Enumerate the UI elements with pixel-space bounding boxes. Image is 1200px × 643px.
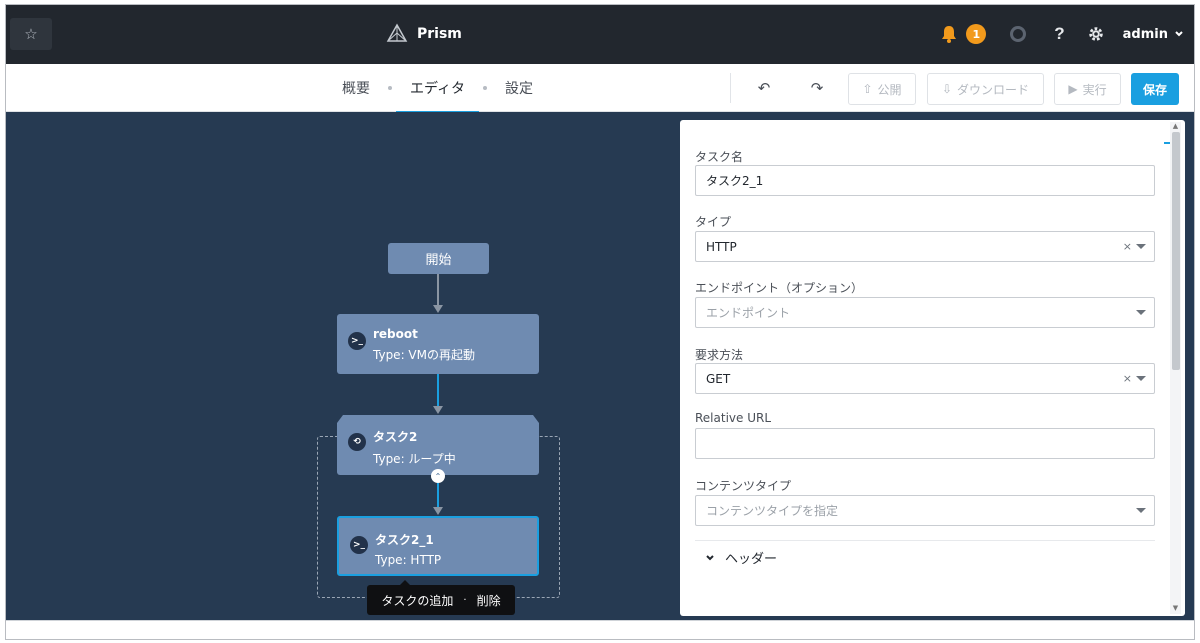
endpoint-select[interactable]: エンドポイント — [695, 297, 1155, 328]
chevron-down-icon — [706, 554, 714, 560]
publish-label: 公開 — [877, 82, 902, 97]
task-node-reboot[interactable]: >_ reboot Type: VMの再起動 — [337, 314, 539, 374]
bottom-strip — [6, 620, 1194, 639]
task-node-selected[interactable]: >_ タスク2_1 Type: HTTP — [337, 516, 539, 576]
favorite-star-button[interactable]: ☆ — [10, 18, 52, 50]
tab-settings[interactable]: 設定 — [491, 64, 547, 112]
user-menu[interactable]: admin — [1123, 27, 1168, 42]
scroll-up-arrow-icon[interactable]: ▲ — [1171, 122, 1180, 130]
task-node-name: reboot — [373, 327, 418, 341]
gear-icon[interactable] — [1087, 25, 1105, 43]
select-controls — [1136, 298, 1146, 327]
run-label: 実行 — [1082, 82, 1107, 97]
download-icon: ⇩ — [941, 82, 953, 96]
play-icon: ▶ — [1068, 82, 1078, 96]
star-icon: ☆ — [24, 25, 38, 43]
terminal-icon: >_ — [348, 332, 366, 350]
type-value: HTTP — [706, 239, 737, 254]
app-window: ☆ Prism 1 ? admin 概要 エディタ 設定 ↶ ↷ ⇧ 公開 ⇩ … — [5, 4, 1195, 640]
alert-count-badge[interactable]: 1 — [966, 24, 987, 44]
add-task-link[interactable]: タスクの追加 — [381, 592, 453, 609]
loop-icon: ⟲ — [348, 433, 366, 451]
select-controls: × — [1123, 364, 1146, 393]
top-navigation-bar: ☆ Prism 1 ? admin — [6, 5, 1194, 64]
clear-icon[interactable]: × — [1123, 372, 1132, 385]
collapse-loop-button[interactable]: ⌃ — [431, 469, 445, 483]
task-node-name: タスク2_1 — [375, 533, 434, 547]
type-select[interactable]: HTTP × — [695, 231, 1155, 262]
tab-editor[interactable]: エディタ — [396, 64, 480, 113]
headers-section-toggle[interactable]: ヘッダー — [705, 548, 777, 567]
prism-logo-icon — [386, 23, 408, 42]
terminal-icon: >_ — [350, 536, 368, 554]
dropdown-arrow-icon[interactable] — [1136, 508, 1146, 513]
header-tools: 1 ? admin — [939, 19, 1184, 49]
content-type-select[interactable]: コンテンツタイプを指定 — [695, 495, 1155, 526]
app-name: Prism — [417, 26, 462, 42]
view-tabs: 概要 エディタ 設定 — [328, 64, 547, 113]
delete-task-link[interactable]: 削除 — [477, 592, 501, 609]
content-type-placeholder: コンテンツタイプを指定 — [706, 504, 839, 518]
method-label: 要求方法 — [695, 348, 744, 362]
chevron-up-icon: ⌃ — [434, 471, 442, 481]
tooltip-separator: · — [463, 594, 467, 606]
chevron-down-icon[interactable] — [1174, 29, 1184, 39]
task-properties-panel: タスク名 タスク2_1 タイプ HTTP × エンドポイント（オプション） エン… — [680, 120, 1185, 616]
task-name-label: タスク名 — [695, 150, 744, 164]
select-controls: × — [1123, 232, 1146, 261]
download-button[interactable]: ⇩ ダウンロード — [927, 73, 1044, 105]
help-icon[interactable]: ? — [1054, 24, 1064, 44]
task-node-type: Type: ループ中 — [373, 452, 456, 466]
tab-separator — [388, 86, 392, 90]
download-label: ダウンロード — [957, 82, 1030, 97]
task-node-type: Type: HTTP — [375, 553, 442, 567]
toolbar-divider — [730, 73, 731, 103]
node-actions-tooltip: タスクの追加 · 削除 — [367, 580, 515, 615]
select-controls — [1136, 496, 1146, 525]
endpoint-placeholder: エンドポイント — [706, 306, 791, 320]
scroll-down-arrow-icon[interactable]: ▼ — [1171, 604, 1180, 612]
task-node-loop[interactable]: ⟲ タスク2 Type: ループ中 — [337, 415, 539, 475]
type-label: タイプ — [695, 215, 732, 229]
method-value: GET — [706, 371, 731, 386]
undo-icon[interactable]: ↶ — [753, 77, 775, 99]
headers-label: ヘッダー — [725, 552, 778, 567]
dropdown-arrow-icon[interactable] — [1136, 244, 1146, 249]
tasks-status-icon[interactable] — [1010, 26, 1027, 42]
redo-icon[interactable]: ↷ — [806, 77, 828, 99]
method-select[interactable]: GET × — [695, 363, 1155, 394]
start-node[interactable]: 開始 — [388, 243, 489, 274]
dropdown-arrow-icon[interactable] — [1136, 310, 1146, 315]
tab-overview[interactable]: 概要 — [328, 64, 384, 112]
task-node-type: Type: VMの再起動 — [373, 348, 475, 362]
editor-toolbar: 概要 エディタ 設定 ↶ ↷ ⇧ 公開 ⇩ ダウンロード ▶ 実行 保存 — [6, 64, 1194, 113]
save-button[interactable]: 保存 — [1131, 73, 1179, 105]
content-type-label: コンテンツタイプ — [695, 479, 792, 493]
brand[interactable]: Prism — [386, 21, 462, 47]
endpoint-label: エンドポイント（オプション） — [695, 281, 864, 295]
dropdown-arrow-icon[interactable] — [1136, 376, 1146, 381]
bell-icon[interactable] — [939, 24, 959, 44]
run-button[interactable]: ▶ 実行 — [1054, 73, 1121, 105]
clear-icon[interactable]: × — [1123, 240, 1132, 253]
relative-url-input[interactable] — [695, 428, 1155, 459]
tab-separator — [483, 86, 488, 90]
task-node-name: タスク2 — [373, 430, 418, 444]
relative-url-label: Relative URL — [695, 411, 772, 425]
task-name-input[interactable]: タスク2_1 — [695, 165, 1155, 196]
publish-button[interactable]: ⇧ 公開 — [848, 73, 916, 105]
section-divider — [695, 540, 1155, 541]
upload-icon: ⇧ — [862, 82, 873, 96]
scrollbar-thumb[interactable] — [1172, 132, 1180, 370]
